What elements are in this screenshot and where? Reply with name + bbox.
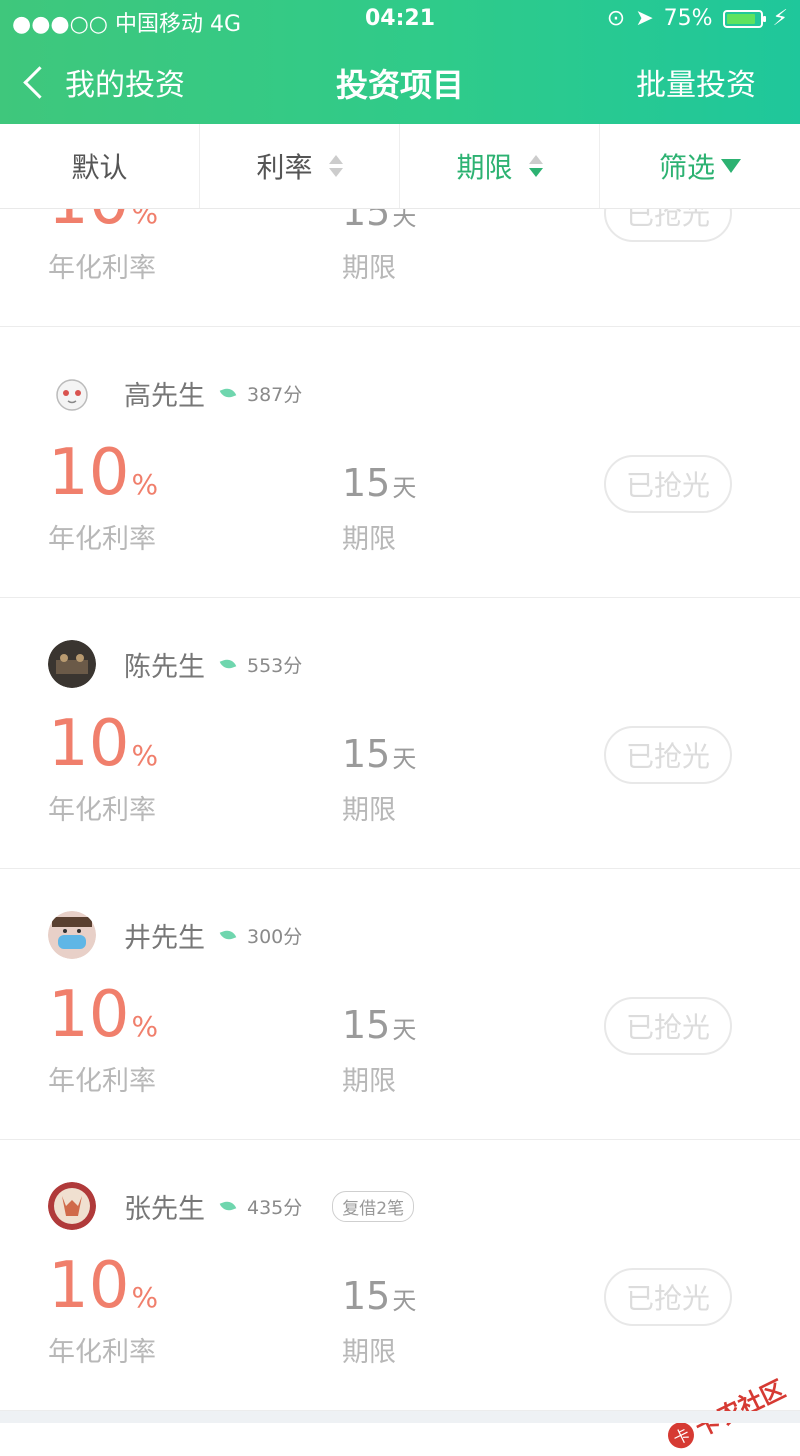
sort-default[interactable]: 默认 [0,124,200,208]
sort-rate-label: 利率 [256,151,313,184]
credit-score: 553分 [247,654,303,677]
sort-rate[interactable]: 利率 [200,124,400,208]
avatar [48,640,96,688]
list-item[interactable]: 张先生 435分 复借2笔 10% 年化利率 15天 期限 已抢光 [0,1140,800,1411]
leaf-icon [219,927,237,943]
user-row: 井先生 300分 [48,907,302,963]
user-row: 陈先生 553分 [48,636,302,692]
header: ●●●○○ 中国移动 4G 04:21 ⊙ ➤ 75% ⚡ 我的投资 投资项目 … [0,0,800,124]
credit-score: 300分 [247,925,303,948]
filter-bar: 默认 利率 期限 筛选 [0,124,800,209]
status-right: ⊙ ➤ 75% ⚡ [607,6,788,31]
term-label: 期限 [342,1066,396,1097]
sort-arrows-icon [328,155,343,177]
charging-icon: ⚡ [772,6,788,31]
funnel-icon [721,159,741,173]
annual-rate-label: 年化利率 [48,253,156,284]
credit-score: 387分 [247,383,303,406]
leaf-icon [219,1198,237,1214]
filter-button[interactable]: 筛选 [600,124,800,208]
term: 15天 [342,461,417,505]
sort-term[interactable]: 期限 [400,124,600,208]
sold-out-button[interactable]: 已抢光 [604,1268,732,1326]
annual-rate: 10% [48,978,159,1052]
list-item[interactable]: 陈先生 553分 10% 年化利率 15天 期限 已抢光 [0,598,800,869]
annual-rate-label: 年化利率 [48,524,156,555]
orientation-lock-icon: ⊙ [606,6,626,31]
avatar [48,911,96,959]
user-row: 张先生 435分 复借2笔 [48,1178,415,1234]
annual-rate-label: 年化利率 [48,1337,156,1368]
batch-invest-button[interactable]: 批量投资 [636,60,756,104]
term-label: 期限 [342,1337,396,1368]
term: 15天 [342,1274,417,1318]
user-name: 张先生 [124,1193,205,1225]
sold-out-button[interactable]: 已抢光 [604,726,732,784]
term: 15天 [342,732,417,776]
user-name: 高先生 [124,380,205,412]
sold-out-button[interactable]: 已抢光 [604,209,732,242]
location-arrow-icon: ➤ [635,6,654,31]
battery-percent: 75% [663,6,713,31]
leaf-icon [219,656,237,672]
term: 15天 [342,209,417,234]
list-item[interactable]: 10% 年化利率 15天 期限 已抢光 [0,209,800,327]
term-label: 期限 [342,795,396,826]
annual-rate: 10% [48,707,159,781]
project-list[interactable]: 10% 年化利率 15天 期限 已抢光 高先生 387分 10% 年化利率 15… [0,209,800,1423]
sort-arrows-icon [528,155,543,177]
list-item[interactable]: 高先生 387分 10% 年化利率 15天 期限 已抢光 [0,327,800,598]
repeat-borrow-badge: 复借2笔 [332,1190,415,1222]
avatar [48,1182,96,1230]
list-item[interactable]: 井先生 300分 10% 年化利率 15天 期限 已抢光 [0,869,800,1140]
annual-rate: 10% [48,209,159,238]
sold-out-button[interactable]: 已抢光 [604,455,732,513]
user-name: 陈先生 [124,651,205,683]
user-row: 高先生 387分 [48,365,302,421]
nav-bar: 我的投资 投资项目 批量投资 [0,50,800,114]
credit-score: 435分 [247,1196,303,1219]
annual-rate: 10% [48,1249,159,1323]
user-name: 井先生 [124,922,205,954]
avatar [48,369,96,417]
sort-term-label: 期限 [456,151,513,184]
annual-rate-label: 年化利率 [48,795,156,826]
term: 15天 [342,1003,417,1047]
leaf-icon [219,385,237,401]
bottom-divider [0,1411,800,1423]
term-label: 期限 [342,524,396,555]
battery-icon [722,9,766,28]
term-label: 期限 [342,253,396,284]
status-bar: ●●●○○ 中国移动 4G 04:21 ⊙ ➤ 75% ⚡ [0,0,800,40]
sort-default-label: 默认 [71,151,128,184]
sold-out-button[interactable]: 已抢光 [604,997,732,1055]
annual-rate: 10% [48,436,159,510]
annual-rate-label: 年化利率 [48,1066,156,1097]
filter-label: 筛选 [658,151,715,184]
